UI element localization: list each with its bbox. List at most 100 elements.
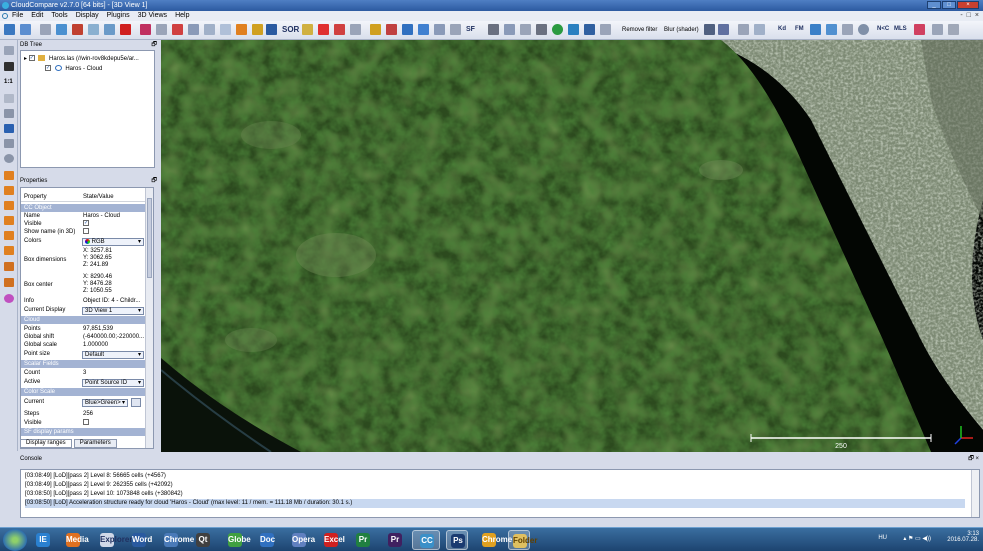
poisson-icon[interactable] (810, 24, 821, 35)
histogram-icon[interactable] (370, 24, 381, 35)
taskbar-app-explorer[interactable]: Explorer (96, 530, 132, 550)
perspective-icon[interactable] (4, 109, 14, 118)
sor-filter-button[interactable]: SOR (282, 24, 299, 35)
clock-date[interactable]: 2016.07.28. (947, 537, 979, 543)
pivot-icon[interactable] (4, 94, 14, 103)
zoom-icon[interactable] (4, 154, 14, 163)
camera-icon[interactable] (4, 62, 14, 71)
current-display-dropdown[interactable]: 3D View 1 (82, 307, 144, 315)
edl-icon[interactable] (704, 24, 715, 35)
taskbar-app-doc[interactable]: Doc (256, 530, 278, 550)
menu-file[interactable]: File (12, 11, 23, 21)
delete-icon[interactable] (120, 24, 131, 35)
sf-list-icon[interactable] (402, 24, 413, 35)
menu-3d-views[interactable]: 3D Views (138, 11, 167, 21)
taskbar-app-opera[interactable]: Opera (288, 530, 315, 550)
taskbar-app-globe[interactable]: Globe (224, 530, 251, 550)
color-scale-editor-button[interactable] (131, 398, 141, 407)
nc-button[interactable]: N<C (877, 24, 889, 35)
sample-icon[interactable] (156, 24, 167, 35)
blur-shader-button[interactable]: Blur (shader) (664, 27, 699, 33)
zoom-1-1-button[interactable]: 1:1 (4, 79, 13, 85)
pin-icon[interactable] (334, 24, 345, 35)
taskbar-app-media[interactable]: Media (62, 530, 89, 550)
pencil-icon[interactable] (302, 24, 313, 35)
compass-icon[interactable] (932, 24, 943, 35)
remove-filter-button[interactable]: Remove filter (622, 27, 657, 33)
show-name-checkbox[interactable] (83, 228, 89, 235)
kd-button[interactable]: Kd (778, 24, 786, 35)
ssao-icon[interactable] (718, 24, 729, 35)
m3c2-icon[interactable] (914, 24, 925, 35)
noise-icon[interactable] (536, 24, 547, 35)
hough-icon[interactable] (826, 24, 837, 35)
flag-icon[interactable] (252, 24, 263, 35)
taskbar-app-qt[interactable]: Qt (192, 530, 214, 550)
normals-icon[interactable] (504, 24, 515, 35)
sf-button[interactable]: SF (466, 24, 475, 35)
color-scale-dropdown[interactable]: Blue>Green> (82, 399, 128, 407)
taskbar-app-chrome-1[interactable]: Chrome (160, 530, 194, 550)
fm-button[interactable]: FM (795, 24, 804, 35)
pick-icon[interactable] (4, 46, 14, 55)
left-view-icon[interactable] (4, 201, 14, 210)
ransac-icon[interactable] (842, 24, 853, 35)
segment-icon[interactable] (72, 24, 83, 35)
colors-dropdown[interactable]: RGB (82, 238, 144, 246)
taskbar-app-excel[interactable]: Excel (320, 530, 345, 550)
iso-view-1-icon[interactable] (4, 262, 14, 271)
plugin-icon[interactable] (568, 24, 579, 35)
filter-icon[interactable] (488, 24, 499, 35)
active-sf-dropdown[interactable]: Point Source ID (82, 379, 144, 387)
crop-icon[interactable] (204, 24, 215, 35)
close-button[interactable]: × (957, 1, 979, 9)
properties-scrollbar[interactable] (145, 188, 153, 448)
colors-icon[interactable] (236, 24, 247, 35)
menu-tools[interactable]: Tools (51, 11, 67, 21)
chart-icon[interactable] (386, 24, 397, 35)
shield-icon[interactable] (520, 24, 531, 35)
language-indicator[interactable]: HU (878, 535, 887, 541)
right-view-icon[interactable] (4, 231, 14, 240)
3d-view[interactable]: 250 (161, 40, 983, 452)
visible-checkbox[interactable]: ✓ (83, 220, 89, 227)
mls-button[interactable]: MLS (894, 24, 907, 35)
taskbar-app-folder[interactable]: Folder (508, 530, 537, 550)
start-button[interactable] (3, 529, 27, 551)
mdi-restore-button[interactable]: □ (967, 11, 971, 21)
save-icon[interactable] (20, 24, 31, 35)
console-float-button[interactable]: 🗗 × (968, 455, 979, 464)
tray-icons[interactable]: ▴ ⚑ ▭ ◀)) (903, 535, 931, 542)
more-views-icon[interactable] (4, 294, 14, 303)
taskbar-app-premiere[interactable]: Pr (352, 530, 374, 550)
expand-arrow-icon[interactable]: ▸ (24, 56, 27, 62)
cloud-visible-checkbox[interactable]: ✓ (45, 65, 51, 72)
wave-icon[interactable] (600, 24, 611, 35)
grid-icon[interactable] (266, 24, 277, 35)
properties-float-button[interactable]: 🗗 (151, 177, 157, 186)
menu-edit[interactable]: Edit (31, 11, 43, 21)
canupo-icon[interactable] (738, 24, 749, 35)
tab-display-ranges[interactable]: Display ranges (20, 439, 72, 448)
clone-icon[interactable] (104, 24, 115, 35)
tool-icon[interactable] (40, 24, 51, 35)
list-icon[interactable] (56, 24, 67, 35)
subsample-icon[interactable] (172, 24, 183, 35)
back-view-icon[interactable] (4, 216, 14, 225)
merge-icon[interactable] (140, 24, 151, 35)
mdi-minimize-button[interactable]: - (960, 11, 962, 21)
menu-help[interactable]: Help (175, 11, 189, 21)
plus-icon[interactable] (434, 24, 445, 35)
front-view-icon[interactable] (4, 186, 14, 195)
bottom-view-icon[interactable] (4, 246, 14, 255)
color-scale-visible-checkbox[interactable] (83, 419, 89, 426)
minimize-button[interactable]: _ (927, 1, 941, 9)
file-visible-checkbox[interactable]: ✓ (28, 55, 35, 62)
taskbar-app-photoshop[interactable]: Ps (446, 530, 468, 550)
maximize-button[interactable]: □ (942, 1, 956, 9)
minus-icon[interactable] (450, 24, 461, 35)
point-size-dropdown[interactable]: Default (82, 351, 144, 359)
scale-icon[interactable] (188, 24, 199, 35)
table-icon[interactable] (418, 24, 429, 35)
classify-icon[interactable] (754, 24, 765, 35)
